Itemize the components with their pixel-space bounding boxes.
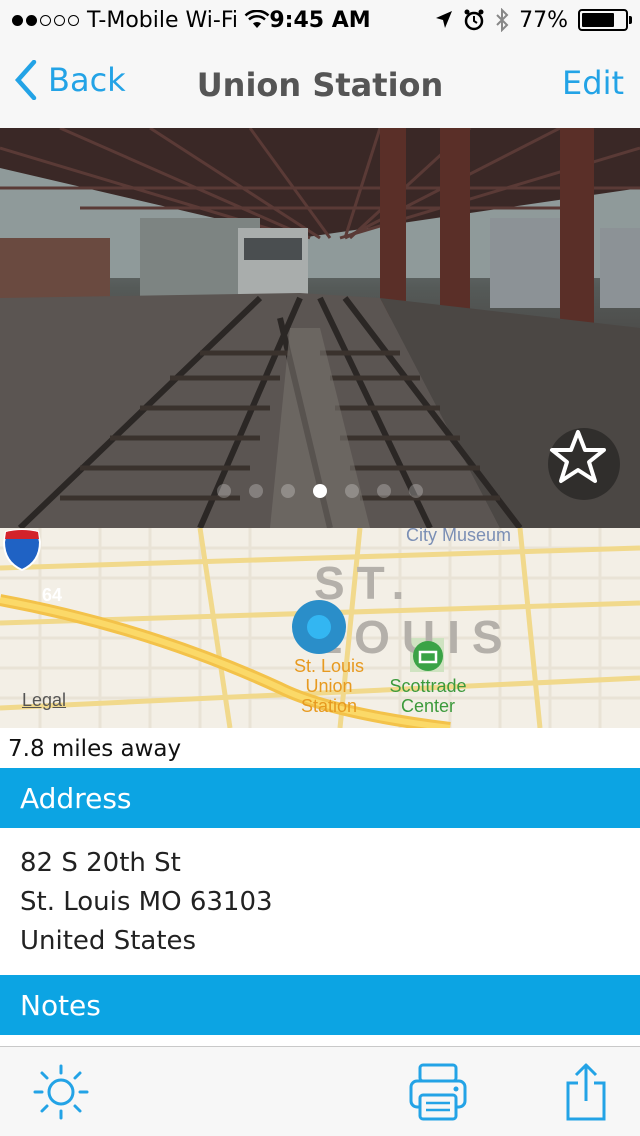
distance-text: 7.8 miles away bbox=[8, 736, 182, 762]
share-icon[interactable] bbox=[564, 1061, 608, 1121]
chevron-left-icon bbox=[14, 60, 37, 100]
location-map[interactable]: 64 City Museum ST. LOUIS St. Louis Union… bbox=[0, 528, 640, 728]
photo-carousel[interactable] bbox=[0, 128, 640, 528]
page-dot[interactable] bbox=[313, 484, 327, 498]
station-photo bbox=[0, 128, 640, 528]
back-button[interactable]: Back bbox=[14, 60, 126, 100]
page-dot[interactable] bbox=[217, 484, 231, 498]
favorite-button[interactable] bbox=[548, 428, 620, 500]
status-bar: T-Mobile Wi-Fi 9:45 AM 77% bbox=[0, 0, 640, 40]
back-label: Back bbox=[48, 61, 126, 99]
address-header: Address bbox=[0, 768, 640, 828]
edit-button[interactable]: Edit bbox=[562, 64, 624, 102]
arena-icon bbox=[413, 641, 443, 671]
arena-label[interactable]: Scottrade Center bbox=[380, 676, 476, 716]
station-label[interactable]: St. Louis Union Station bbox=[286, 656, 372, 716]
location-pin[interactable] bbox=[292, 600, 346, 654]
print-icon[interactable] bbox=[408, 1063, 468, 1121]
carrier-name: T-Mobile Wi-Fi bbox=[87, 7, 239, 33]
page-dot[interactable] bbox=[377, 484, 391, 498]
notes-header: Notes bbox=[0, 975, 640, 1035]
page-title: Union Station bbox=[196, 66, 444, 104]
bottom-toolbar bbox=[0, 1046, 640, 1136]
address-line: St. Louis MO 63103 bbox=[20, 887, 273, 917]
page-indicator[interactable] bbox=[0, 484, 640, 498]
star-outline-icon bbox=[550, 430, 606, 483]
battery-percent: 77% bbox=[519, 7, 568, 33]
brightness-icon[interactable] bbox=[32, 1063, 90, 1121]
battery-icon bbox=[578, 9, 632, 31]
page-dot[interactable] bbox=[345, 484, 359, 498]
bluetooth-icon bbox=[496, 8, 509, 32]
page-dot[interactable] bbox=[409, 484, 423, 498]
wifi-icon bbox=[244, 10, 270, 28]
navigation-bar: Back Union Station Edit bbox=[0, 40, 640, 128]
interstate-shield-icon bbox=[2, 529, 42, 572]
signal-strength-icon bbox=[12, 14, 79, 26]
location-arrow-icon bbox=[436, 11, 453, 28]
address-line: United States bbox=[20, 926, 197, 956]
city-label: ST. LOUIS bbox=[314, 557, 515, 663]
highway-label: 64 bbox=[42, 585, 63, 605]
page-dot[interactable] bbox=[249, 484, 263, 498]
address-line: 82 S 20th St bbox=[20, 848, 181, 878]
alarm-icon bbox=[464, 9, 484, 31]
page-dot[interactable] bbox=[281, 484, 295, 498]
legal-link[interactable]: Legal bbox=[22, 690, 66, 711]
status-time: 9:45 AM bbox=[269, 7, 371, 33]
museum-label[interactable]: City Museum bbox=[406, 528, 511, 546]
address-block[interactable]: 82 S 20th St St. Louis MO 63103 United S… bbox=[20, 844, 273, 961]
